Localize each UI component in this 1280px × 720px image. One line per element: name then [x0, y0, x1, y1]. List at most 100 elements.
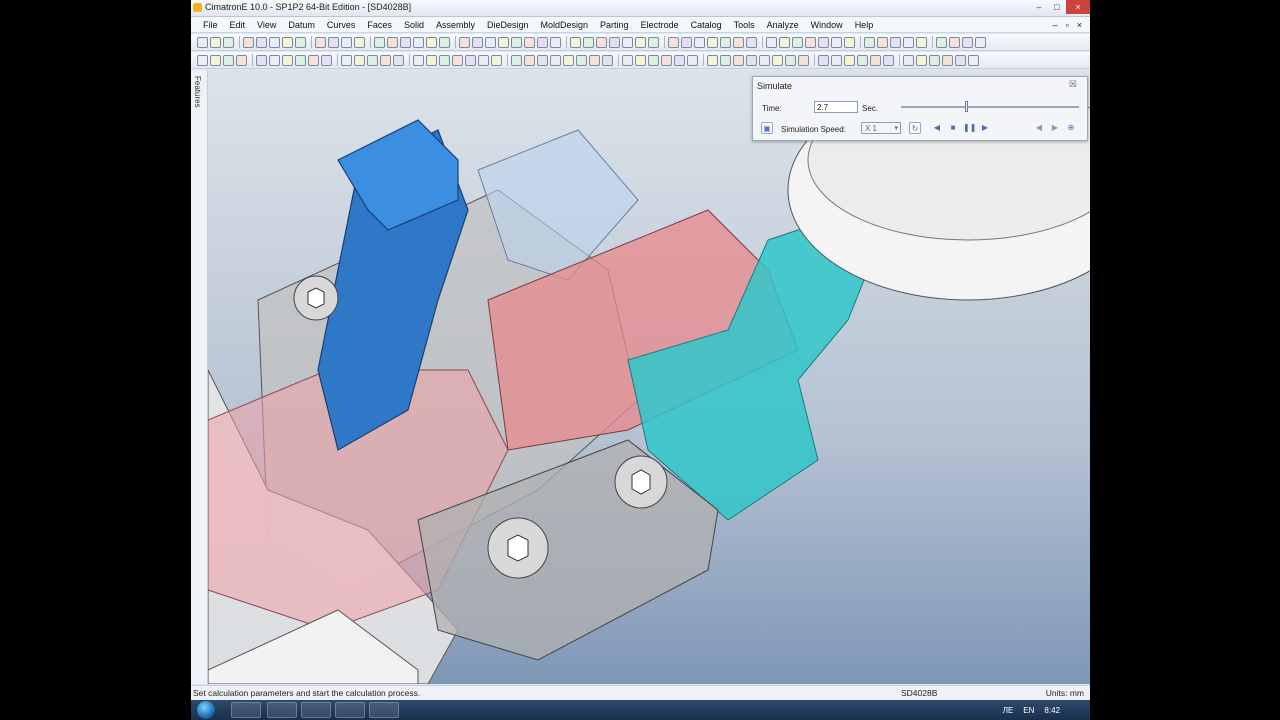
toolbar-icon[interactable]: [387, 36, 398, 48]
toolbar-icon[interactable]: [818, 36, 829, 48]
toolbar-icon[interactable]: [223, 54, 234, 66]
time-input[interactable]: 2.7: [814, 101, 858, 113]
toolbar-icon[interactable]: [687, 54, 698, 66]
menu-catalog[interactable]: Catalog: [691, 20, 722, 30]
toolbar-icon[interactable]: [962, 36, 973, 48]
toolbar-icon[interactable]: [210, 36, 221, 48]
stop-icon[interactable]: ■: [947, 122, 959, 134]
toolbar-icon[interactable]: [400, 36, 411, 48]
toolbar-icon[interactable]: [635, 54, 646, 66]
tray-keyboard[interactable]: EN: [1023, 706, 1034, 715]
toolbar-icon[interactable]: [256, 54, 267, 66]
toolbar-icon[interactable]: [426, 54, 437, 66]
taskbar-app-icon[interactable]: [335, 702, 365, 718]
toolbar-icon[interactable]: [668, 36, 679, 48]
screw-head-2[interactable]: [614, 455, 668, 509]
toolbar-icon[interactable]: [367, 54, 378, 66]
toolbar-icon[interactable]: [269, 54, 280, 66]
play-backward-icon[interactable]: ◀: [931, 122, 943, 134]
simulate-close-icon[interactable]: ☒: [1069, 79, 1077, 90]
toolbar-icon[interactable]: [374, 36, 385, 48]
toolbar-icon[interactable]: [870, 54, 881, 66]
toolbar-icon[interactable]: [707, 36, 718, 48]
toolbar-icon[interactable]: [707, 54, 718, 66]
toolbar-icon[interactable]: [844, 54, 855, 66]
toolbar-icon[interactable]: [243, 36, 254, 48]
toolbar-icon[interactable]: [465, 54, 476, 66]
toolbar-icon[interactable]: [295, 36, 306, 48]
toolbar-icon[interactable]: [491, 54, 502, 66]
toolbar-icon[interactable]: [596, 36, 607, 48]
taskbar-chrome-icon[interactable]: [301, 702, 331, 718]
toolbar-icon[interactable]: [864, 36, 875, 48]
toolbar-icon[interactable]: [602, 54, 613, 66]
toolbar-icon[interactable]: [798, 54, 809, 66]
toolbar-icon[interactable]: [550, 54, 561, 66]
toolbar-icon[interactable]: [766, 36, 777, 48]
tray-clock[interactable]: 8:42: [1044, 706, 1060, 715]
toolbar-icon[interactable]: [282, 36, 293, 48]
toolbar-icon[interactable]: [720, 36, 731, 48]
3d-viewport[interactable]: [208, 70, 1090, 684]
start-button[interactable]: [197, 701, 215, 719]
toolbar-icon[interactable]: [315, 36, 326, 48]
screw-head-3[interactable]: [487, 517, 549, 579]
toolbar-icon[interactable]: [929, 54, 940, 66]
toolbar-icon[interactable]: [694, 36, 705, 48]
toolbar-icon[interactable]: [949, 36, 960, 48]
zoom-icon[interactable]: ⊕: [1065, 122, 1077, 134]
toolbar-icon[interactable]: [674, 54, 685, 66]
toolbar-icon[interactable]: [622, 36, 633, 48]
toolbar-icon[interactable]: [583, 36, 594, 48]
toolbar-icon[interactable]: [648, 36, 659, 48]
toolbar-icon[interactable]: [341, 36, 352, 48]
menu-electrode[interactable]: Electrode: [641, 20, 679, 30]
toolbar-icon[interactable]: [805, 36, 816, 48]
step-forward-icon[interactable]: ▶: [979, 122, 991, 134]
toolbar-icon[interactable]: [452, 54, 463, 66]
doc-restore-button[interactable]: ▫: [1066, 20, 1069, 30]
toolbar-icon[interactable]: [478, 54, 489, 66]
toolbar-icon[interactable]: [903, 54, 914, 66]
menu-parting[interactable]: Parting: [600, 20, 629, 30]
menu-assembly[interactable]: Assembly: [436, 20, 475, 30]
toolbar-icon[interactable]: [439, 36, 450, 48]
maximize-button[interactable]: □: [1048, 0, 1066, 14]
toolbar-icon[interactable]: [681, 36, 692, 48]
toolbar-icon[interactable]: [589, 54, 600, 66]
toolbar-icon[interactable]: [779, 36, 790, 48]
toolbar-icon[interactable]: [916, 54, 927, 66]
step-back-frame-icon[interactable]: ◀: [1033, 122, 1045, 134]
tray-lang[interactable]: ЛЕ: [1003, 706, 1014, 715]
toolbar-icon[interactable]: [563, 54, 574, 66]
toolbar-icon[interactable]: [197, 54, 208, 66]
features-panel[interactable]: Features: [191, 70, 208, 684]
doc-close-button[interactable]: ×: [1077, 20, 1082, 30]
menu-file[interactable]: File: [203, 20, 218, 30]
toolbar-icon[interactable]: [439, 54, 450, 66]
toolbar-icon[interactable]: [576, 54, 587, 66]
toolbar-icon[interactable]: [393, 54, 404, 66]
taskbar-ie-icon[interactable]: [231, 702, 261, 718]
taskbar-explorer-icon[interactable]: [267, 702, 297, 718]
toolbar-icon[interactable]: [785, 54, 796, 66]
toolbar-icon[interactable]: [746, 36, 757, 48]
menu-datum[interactable]: Datum: [288, 20, 315, 30]
toolbar-icon[interactable]: [197, 36, 208, 48]
minimize-button[interactable]: –: [1030, 0, 1048, 14]
toolbar-icon[interactable]: [733, 36, 744, 48]
time-slider[interactable]: [901, 101, 1079, 112]
toolbar-icon[interactable]: [831, 54, 842, 66]
toolbar-icon[interactable]: [380, 54, 391, 66]
toolbar-icon[interactable]: [426, 36, 437, 48]
toolbar-icon[interactable]: [857, 54, 868, 66]
menu-view[interactable]: View: [257, 20, 276, 30]
toolbar-icon[interactable]: [459, 36, 470, 48]
assembly-model[interactable]: [208, 70, 1090, 684]
toolbar-icon[interactable]: [772, 54, 783, 66]
toolbar-icon[interactable]: [733, 54, 744, 66]
toolbar-icon[interactable]: [511, 54, 522, 66]
toolbar-icon[interactable]: [648, 54, 659, 66]
taskbar-record-icon[interactable]: [369, 702, 399, 718]
menu-window[interactable]: Window: [811, 20, 843, 30]
